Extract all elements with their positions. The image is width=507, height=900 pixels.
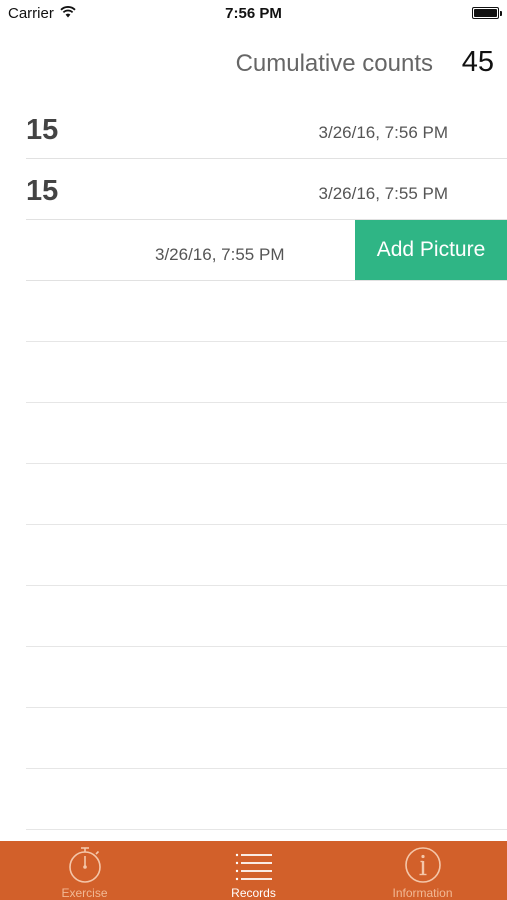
record-date: 3/26/16, 7:55 PM	[155, 245, 285, 264]
tab-information[interactable]: Information	[338, 841, 507, 900]
record-date: 3/26/16, 7:56 PM	[318, 123, 448, 142]
status-right	[472, 7, 502, 19]
records-screen: Carrier 7:56 PM Cumulative counts 45 15 …	[0, 0, 507, 900]
empty-row	[26, 464, 507, 525]
tab-label: Information	[392, 886, 453, 900]
record-row[interactable]: 15 3/26/16, 7:56 PM	[26, 98, 507, 159]
record-date: 3/26/16, 7:55 PM	[318, 184, 448, 203]
empty-row	[26, 525, 507, 586]
record-row-swiped[interactable]: 3/26/16, 7:55 PM Add Picture	[26, 220, 507, 281]
record-count: 15	[26, 175, 59, 207]
cumulative-counts-value: 45	[461, 46, 494, 78]
cumulative-header: Cumulative counts 45	[0, 40, 507, 90]
tab-label: Exercise	[61, 886, 108, 900]
empty-row	[26, 708, 507, 769]
empty-row	[26, 647, 507, 708]
tab-label: Records	[231, 886, 276, 900]
empty-row	[26, 342, 507, 403]
record-count: 15	[26, 114, 59, 146]
tab-exercise[interactable]: Exercise	[0, 841, 169, 900]
empty-row	[26, 403, 507, 464]
records-list: 15 3/26/16, 7:56 PM 15 3/26/16, 7:55 PM …	[26, 98, 507, 830]
record-row[interactable]: 15 3/26/16, 7:55 PM	[26, 159, 507, 220]
status-time: 7:56 PM	[225, 5, 282, 22]
info-icon	[403, 845, 443, 885]
empty-row	[26, 769, 507, 830]
add-picture-button[interactable]: Add Picture	[355, 220, 507, 280]
tab-bar: Exercise Records Information	[0, 841, 507, 900]
stopwatch-icon	[65, 845, 105, 885]
list-icon	[234, 845, 274, 885]
cumulative-counts-label: Cumulative counts	[235, 50, 433, 77]
status-bar: Carrier 7:56 PM	[0, 0, 507, 28]
empty-row	[26, 586, 507, 647]
empty-row	[26, 281, 507, 342]
battery-icon	[472, 7, 502, 19]
tab-records[interactable]: Records	[169, 841, 338, 900]
